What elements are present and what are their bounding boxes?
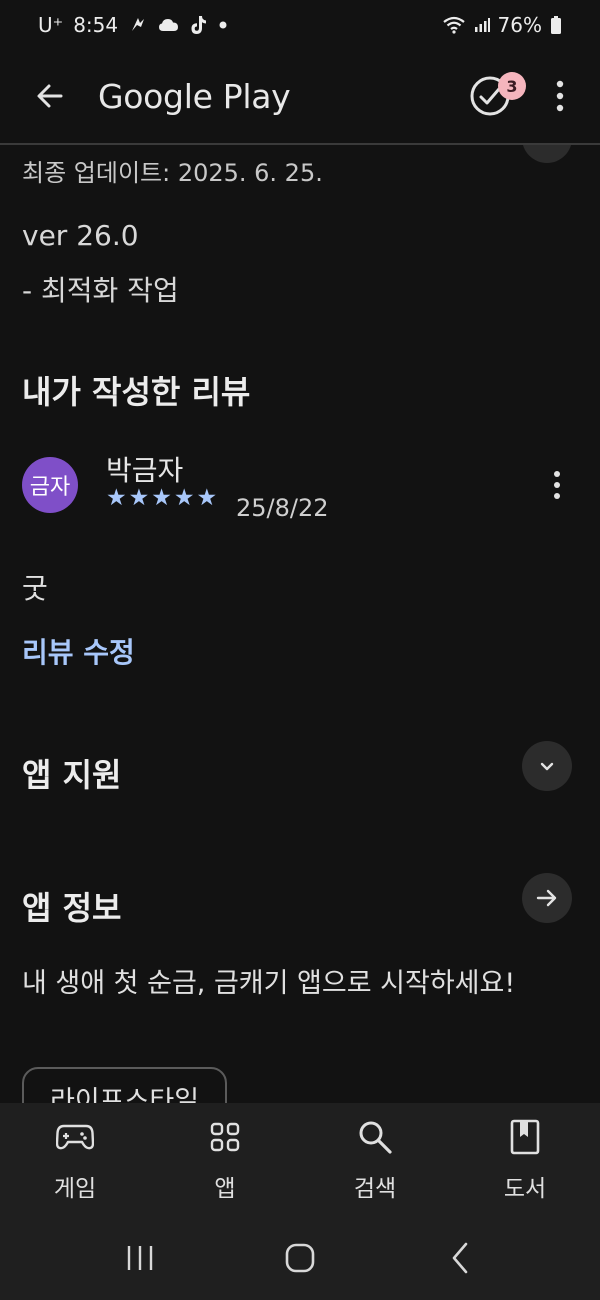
more-vertical-icon <box>556 80 564 112</box>
avatar: 금자 <box>22 457 78 513</box>
last-updated-text: 최종 업데이트: 2025. 6. 25. <box>22 159 323 187</box>
notification-icon <box>128 15 148 35</box>
star-icon: ★ <box>173 485 195 511</box>
star-icon: ★ <box>151 485 172 511</box>
app-support-heading[interactable]: 앱 지원 <box>22 750 121 796</box>
system-nav-bar <box>0 1216 600 1300</box>
carrier-label: U⁺ <box>38 13 64 37</box>
star-icon: ★ <box>128 485 150 511</box>
nav-label-search: 검색 <box>353 1176 397 1202</box>
recents-icon <box>127 1246 153 1270</box>
cloud-icon <box>158 17 180 33</box>
category-chip[interactable]: 라이프스타일 <box>22 1067 228 1103</box>
nav-item-search[interactable]: 검색 <box>300 1103 450 1216</box>
nav-item-books[interactable]: 도서 <box>450 1103 600 1216</box>
nav-item-apps[interactable]: 앱 <box>150 1103 300 1216</box>
updates-badge: 3 <box>498 72 526 100</box>
nav-label-games: 게임 <box>53 1176 97 1202</box>
recents-button[interactable] <box>110 1228 170 1288</box>
chevron-down-icon <box>540 762 554 771</box>
bottom-nav: 게임 앱 검색 도서 <box>0 1103 600 1216</box>
battery-icon <box>550 16 562 34</box>
app-info-heading[interactable]: 앱 정보 <box>22 883 121 929</box>
whats-new-expand-button[interactable] <box>522 145 572 163</box>
chevron-left-icon <box>452 1242 468 1274</box>
dot-icon <box>218 20 228 30</box>
arrow-right-icon <box>536 889 557 907</box>
nav-label-books: 도서 <box>503 1176 547 1202</box>
status-left: U⁺ 8:54 <box>38 13 228 37</box>
apps-grid-icon <box>205 1117 245 1157</box>
app-info-open-button[interactable] <box>522 873 572 923</box>
review-options-button[interactable] <box>542 463 572 507</box>
review-text: 굿 <box>22 572 48 605</box>
changelog-text: - 최적화 작업 <box>22 274 179 307</box>
star-icon: ★ <box>106 485 127 511</box>
reviewer-name: 박금자 <box>106 454 184 487</box>
review-date: 25/8/22 <box>236 494 329 522</box>
back-button[interactable] <box>28 74 72 118</box>
app-detail-content[interactable]: 최종 업데이트: 2025. 6. 25. ver 26.0 - 최적화 작업 … <box>0 145 600 1103</box>
battery-percent: 76% <box>497 13 542 37</box>
app-support-expand-button[interactable] <box>522 741 572 791</box>
book-icon <box>505 1117 545 1157</box>
clock: 8:54 <box>73 13 119 37</box>
updates-button[interactable]: 3 <box>462 68 526 124</box>
edit-review-link[interactable]: 리뷰 수정 <box>22 631 135 671</box>
version-text: ver 26.0 <box>22 219 139 252</box>
rating-stars: ★ ★ ★ ★ ★ <box>106 487 217 510</box>
status-bar: U⁺ 8:54 76% <box>0 0 600 50</box>
nav-item-games[interactable]: 게임 <box>0 1103 150 1216</box>
search-icon <box>355 1117 395 1157</box>
home-button[interactable] <box>270 1228 330 1288</box>
wifi-icon <box>442 16 466 34</box>
system-back-button[interactable] <box>430 1228 490 1288</box>
signal-icon <box>474 17 490 33</box>
more-vertical-icon <box>554 471 560 499</box>
status-right: 76% <box>442 13 562 37</box>
more-options-button[interactable] <box>540 68 580 124</box>
app-description: 내 생애 첫 순금, 금캐기 앱으로 시작하세요! <box>22 968 516 999</box>
nav-label-apps: 앱 <box>214 1176 236 1202</box>
arrow-left-icon <box>37 84 63 108</box>
star-icon: ★ <box>196 485 218 511</box>
tiktok-icon <box>190 15 208 35</box>
gamepad-icon <box>55 1117 95 1157</box>
my-review-heading: 내가 작성한 리뷰 <box>22 373 251 411</box>
home-icon <box>285 1243 315 1273</box>
app-title: Google Play <box>98 76 291 116</box>
app-bar: Google Play 3 <box>0 50 600 142</box>
